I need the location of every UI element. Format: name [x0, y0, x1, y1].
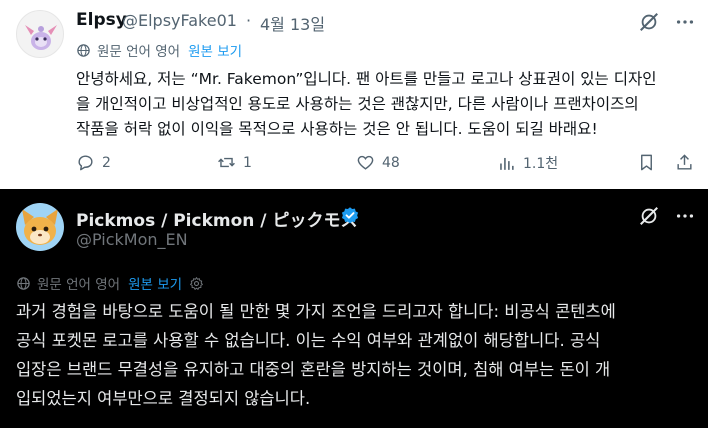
like-button[interactable]: 48	[356, 153, 400, 172]
avatar-pickmos[interactable]	[16, 203, 64, 251]
like-count: 48	[382, 154, 400, 171]
more-icon[interactable]	[674, 11, 696, 33]
bookmark-icon	[641, 154, 652, 171]
author-name[interactable]: Pickmos / Pickmon / ピックモス	[76, 206, 357, 231]
post-body: 안녕하세요, 저는 “Mr. Fakemon”입니다. 팬 아트를 만들고 로고…	[76, 67, 657, 142]
post-body: 과거 경험을 바탕으로 도움이 될 만한 몇 가지 조언을 드리고자 합니다: …	[16, 297, 616, 413]
more-icon[interactable]	[674, 205, 696, 227]
translation-note: 원문 언어 영어	[37, 277, 121, 293]
views-button[interactable]: 1.1천	[497, 153, 558, 173]
avatar-elpsy[interactable]	[16, 10, 64, 58]
author-name[interactable]: Elpsy	[76, 10, 127, 30]
post-body-line: 입장은 브랜드 무결성을 유지하고 대중의 혼란을 방지하는 것이며, 침해 여…	[16, 360, 611, 379]
like-icon	[357, 155, 374, 170]
post-body-line: 과거 경험을 바탕으로 도움이 될 만한 몇 가지 조언을 드리고자 합니다: …	[16, 302, 616, 321]
pickmos-avatar-art	[22, 209, 58, 245]
reply-count: 2	[102, 154, 111, 171]
view-count: 1.1천	[523, 156, 559, 172]
translation-note: 원문 언어 영어	[97, 44, 181, 60]
share-button[interactable]	[675, 153, 694, 172]
views-icon	[500, 157, 514, 170]
elpsy-avatar-art	[25, 25, 57, 50]
gear-icon[interactable]	[189, 276, 204, 291]
post-body-line: 작품을 허락 없이 이익을 목적으로 사용하는 것은 안 됩니다. 도움이 되길…	[76, 120, 598, 138]
post-body-line: 을 개인적이고 비상업적인 용도로 사용하는 것은 괜찮지만, 다른 사람이나 …	[76, 95, 639, 113]
separator-dot: ·	[246, 11, 252, 30]
author-handle[interactable]: @PickMon_EN	[76, 230, 188, 249]
post-body-line: 공식 포켓몬 로고를 사용할 수 없습니다. 이는 수익 여부와 관계없이 해당…	[16, 331, 601, 350]
repost-count: 1	[243, 154, 252, 171]
author-handle[interactable]: @ElpsyFake01	[122, 11, 237, 30]
reply-button[interactable]: 2	[76, 153, 111, 172]
bookmark-button[interactable]	[637, 153, 656, 172]
translation-row: 원문 언어 영어 원본 보기	[16, 273, 204, 293]
show-original-link[interactable]: 원본 보기	[188, 40, 242, 60]
globe-icon	[17, 276, 30, 290]
verified-badge-icon	[341, 207, 359, 224]
post-body-line: 입되었는지 여부만으로 결정되지 않습니다.	[16, 389, 311, 408]
show-original-link[interactable]: 원본 보기	[128, 273, 182, 293]
grok-icon[interactable]	[638, 11, 660, 33]
post-date[interactable]: 4월 13일	[260, 11, 325, 35]
translation-row: 원문 언어 영어 원본 보기	[76, 40, 242, 60]
globe-icon	[77, 43, 90, 57]
grok-icon[interactable]	[638, 205, 660, 227]
share-icon	[677, 154, 692, 170]
reply-icon	[78, 155, 93, 171]
repost-button[interactable]: 1	[217, 153, 252, 172]
reply-post-elpsy: Elpsy @ElpsyFake01 · 4월 13일 원문 언어 영어 원본 …	[0, 0, 708, 189]
post-body-line: 안녕하세요, 저는 “Mr. Fakemon”입니다. 팬 아트를 만들고 로고…	[76, 70, 657, 88]
repost-icon	[218, 157, 235, 168]
